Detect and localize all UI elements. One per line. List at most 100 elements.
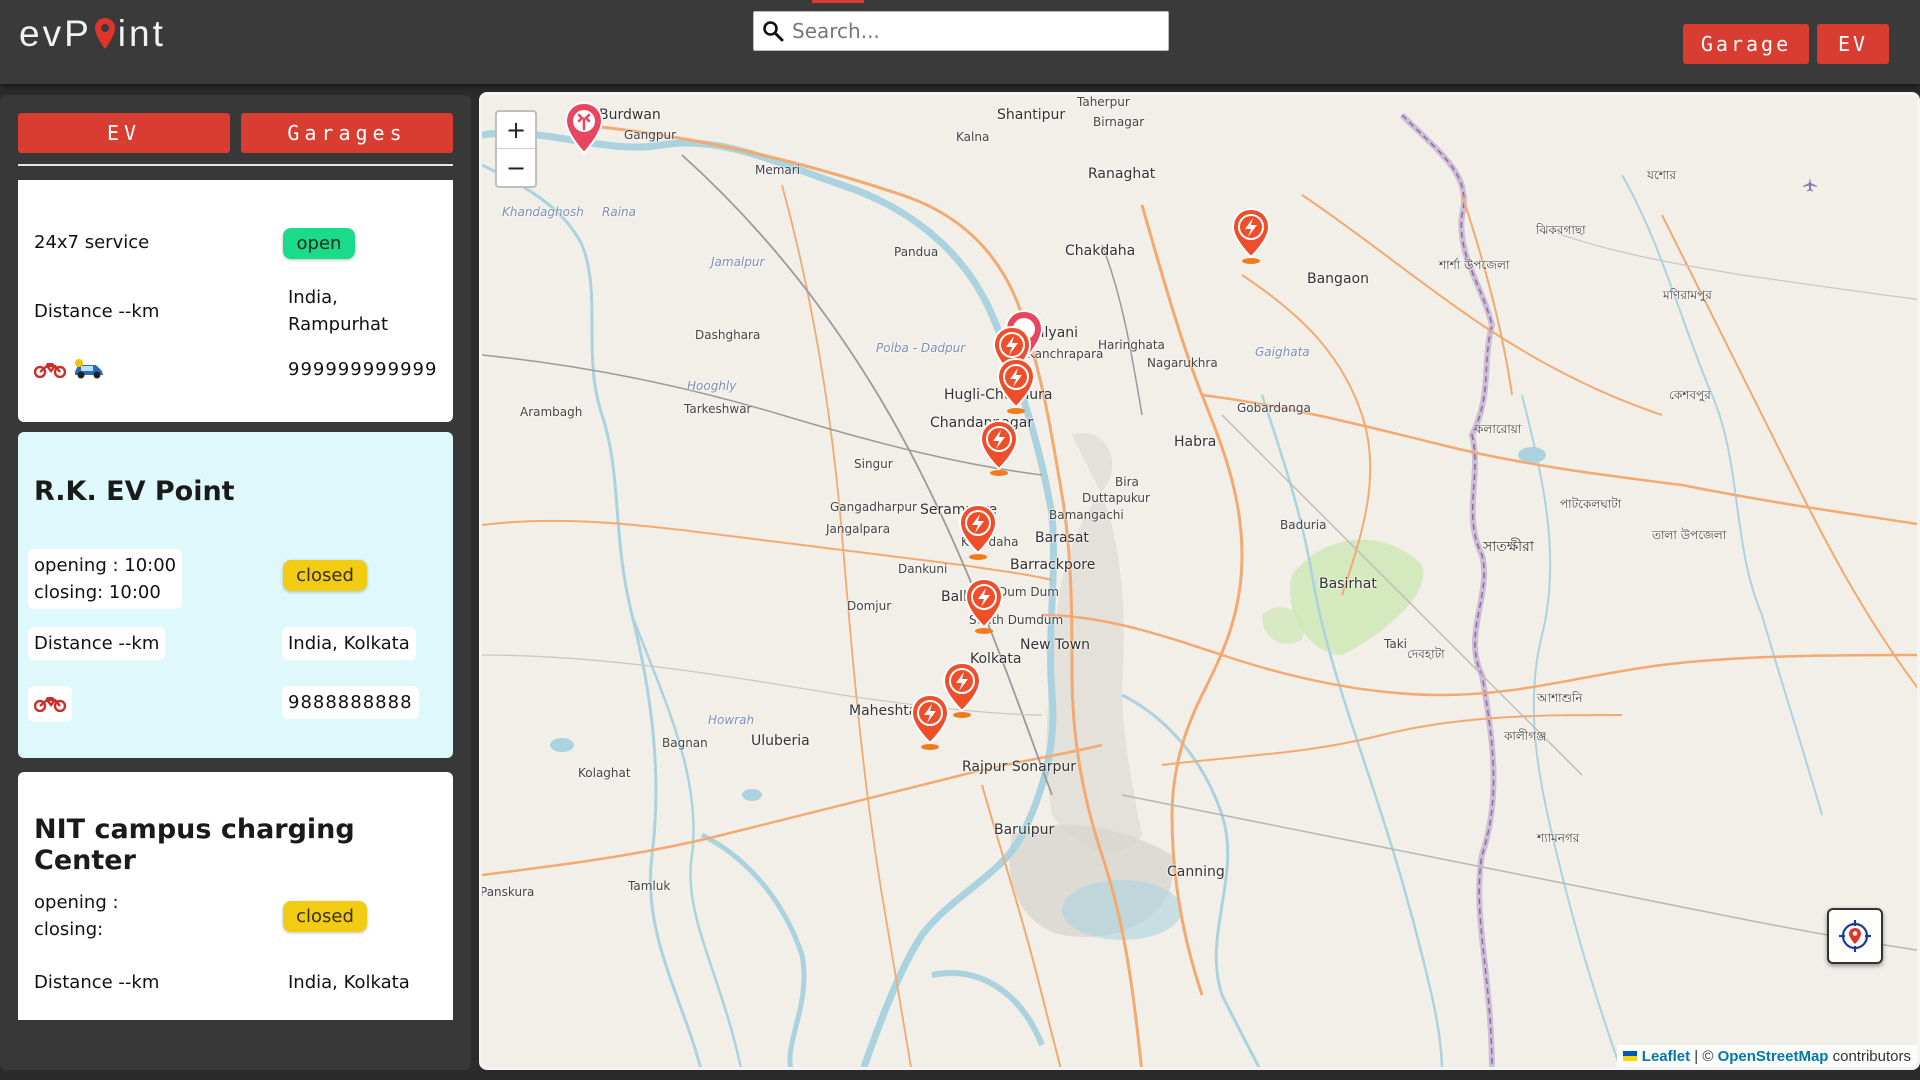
zoom-in-button[interactable]: +: [497, 112, 535, 149]
station-list[interactable]: 24x7 service open Distance --km India, R…: [18, 180, 453, 1020]
location-text: India, Rampurhat: [288, 287, 389, 335]
place-label: Tamluk: [628, 879, 671, 893]
zoom-out-button[interactable]: −: [497, 149, 535, 186]
search-bar[interactable]: [753, 0, 1169, 51]
place-label-bengali: শ্যামনগর: [1537, 831, 1580, 845]
place-label: Raina: [602, 205, 636, 219]
station-title: R.K. EV Point: [34, 476, 235, 507]
search-top-accent: [812, 0, 864, 3]
place-label-bengali: কেশবপুর: [1669, 388, 1711, 402]
app-header: evP int evPoint Garage EV: [0, 0, 1920, 84]
place-label: Kolaghat: [578, 766, 631, 780]
place-label: Ranaghat: [1088, 166, 1156, 182]
logo-text-ev: ev: [19, 13, 65, 54]
place-label: Dashghara: [695, 328, 761, 342]
place-label-bengali: আশাশুনি: [1537, 691, 1583, 705]
place-label: Panskura: [480, 885, 535, 899]
place-label: Gangadharpur: [830, 500, 917, 514]
locate-me-button[interactable]: [1827, 908, 1883, 964]
vehicle-types: [34, 355, 106, 382]
map-attribution: Leaflet | © OpenStreetMap contributors: [1616, 1045, 1917, 1067]
station-card-selected[interactable]: R.K. EV Point opening : 10:00 closing: 1…: [18, 432, 453, 758]
sidebar: EV Garages 24x7 service open Distance --…: [0, 95, 471, 1070]
tab-garages[interactable]: Garages: [241, 113, 453, 153]
place-label: Baruipur: [994, 822, 1055, 838]
charging-marker[interactable]: [977, 419, 1021, 477]
phone-number[interactable]: 9888888888: [282, 686, 419, 719]
place-label: Dankuni: [898, 562, 948, 576]
place-label: Arambagh: [520, 405, 583, 419]
place-label: Habra: [1174, 434, 1217, 450]
location-text: India, Kolkata: [282, 627, 416, 660]
place-label: Memari: [755, 163, 801, 177]
place-label: Barrackpore: [1010, 557, 1096, 573]
logo-text-p: P: [64, 13, 92, 54]
motorbike-icon: [34, 697, 66, 712]
charging-marker[interactable]: [994, 357, 1038, 415]
location-pin-icon: [94, 18, 115, 49]
charging-marker[interactable]: [908, 693, 952, 751]
crosshair-location-icon: [1839, 920, 1871, 952]
station-title: NIT campus charging Center: [34, 814, 355, 876]
garage-button[interactable]: Garage: [1683, 24, 1809, 64]
place-label: Bangaon: [1307, 271, 1369, 287]
place-label: Burdwan: [599, 107, 661, 123]
place-label: Barasat: [1035, 530, 1089, 546]
place-label: New Town: [1020, 637, 1091, 653]
place-label: Gobardanga: [1237, 401, 1311, 415]
place-label: Pandua: [894, 245, 939, 259]
place-label-bengali: কলারোয়া: [1475, 422, 1522, 436]
place-label: Uluberia: [751, 733, 810, 749]
charging-marker[interactable]: [1229, 207, 1273, 265]
leaflet-link[interactable]: Leaflet: [1642, 1048, 1690, 1065]
place-label: Singur: [854, 457, 893, 471]
place-label: Rajpur Sonarpur: [962, 759, 1077, 775]
place-label: Baduria: [1280, 518, 1327, 532]
vehicle-types: [28, 686, 72, 722]
zoom-control: + −: [495, 110, 537, 188]
attribution-suffix: contributors: [1828, 1047, 1911, 1065]
airport-icon: [1803, 178, 1817, 192]
place-label: Jamalpur: [711, 255, 765, 269]
attribution-separator: | ©: [1690, 1047, 1718, 1065]
phone-number[interactable]: 999999999999: [288, 356, 437, 383]
place-label: Howrah: [708, 713, 755, 727]
place-label-bengali: সাতক্ষীরা: [1483, 539, 1534, 555]
tab-ev[interactable]: EV: [18, 113, 230, 153]
opening-hours: opening : closing:: [34, 892, 119, 940]
service-hours: 24x7 service: [34, 232, 150, 253]
map-tiles[interactable]: [482, 95, 1920, 1070]
charging-marker[interactable]: [962, 577, 1006, 635]
charging-marker[interactable]: [956, 503, 1000, 561]
map-view[interactable]: Shantipur Taherpur Birnagar Kalna Memari…: [479, 92, 1920, 1070]
place-label-bengali: তালা উপজেলা: [1652, 528, 1727, 542]
station-card[interactable]: NIT campus charging Center opening : clo…: [18, 772, 453, 1020]
place-label: Gaighata: [1255, 345, 1310, 359]
distance-text: Distance --km: [34, 972, 160, 993]
garage-marker[interactable]: [562, 101, 606, 159]
evpoint-logo[interactable]: ev P int: [19, 12, 166, 56]
place-label: Chakdaha: [1065, 243, 1136, 259]
place-label: Hooghly: [687, 379, 737, 393]
place-label: Shantipur: [997, 107, 1066, 123]
place-label: Canning: [1167, 864, 1225, 880]
place-label: Taherpur: [1077, 95, 1130, 109]
ev-button[interactable]: EV: [1817, 24, 1889, 64]
search-icon: [754, 12, 792, 50]
status-badge: closed: [283, 560, 367, 591]
place-label-bengali: শার্শা উপজেলা: [1439, 258, 1510, 272]
place-label: Domjur: [847, 599, 892, 613]
logo-text-int: int: [117, 13, 166, 54]
search-input[interactable]: [792, 13, 1168, 49]
place-label-bengali: দেবহাটা: [1407, 647, 1445, 661]
place-label: Bamangachi: [1049, 508, 1124, 522]
place-label: Birnagar: [1093, 115, 1145, 129]
place-label: Basirhat: [1319, 576, 1377, 592]
station-card[interactable]: 24x7 service open Distance --km India, R…: [18, 180, 453, 422]
place-label-bengali: ঝিকরগাছা: [1536, 223, 1586, 237]
distance-text: Distance --km: [34, 301, 160, 322]
ukraine-flag-icon: [1622, 1051, 1637, 1061]
osm-link[interactable]: OpenStreetMap: [1718, 1048, 1829, 1065]
place-label: Khandaghosh: [502, 205, 584, 219]
place-label: Jangalpara: [826, 522, 891, 536]
